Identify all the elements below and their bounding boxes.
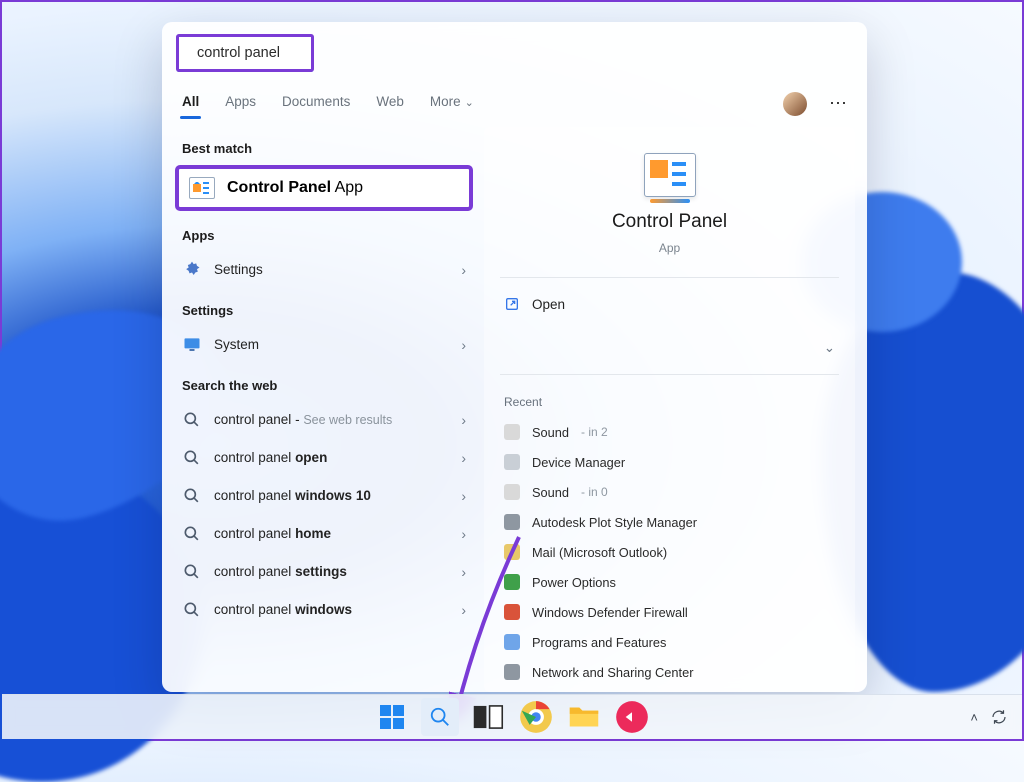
recent-item-icon <box>504 634 520 650</box>
recent-item-icon <box>504 574 520 590</box>
chevron-right-icon: › <box>461 450 466 466</box>
recent-item-label: Power Options <box>532 575 616 590</box>
chevron-right-icon: › <box>461 262 466 278</box>
section-search-web: Search the web <box>168 364 480 401</box>
best-match-result[interactable]: Control Panel App <box>176 166 472 210</box>
recent-item[interactable]: Device Manager <box>498 447 841 477</box>
recent-item-label: Windows Defender Firewall <box>532 605 688 620</box>
chevron-right-icon: › <box>461 602 466 618</box>
best-match-subtitle: App <box>335 179 363 196</box>
taskbar: ˄ <box>2 694 1022 739</box>
web-result[interactable]: control panel open › <box>168 439 480 477</box>
chevron-right-icon: › <box>461 412 466 428</box>
recent-item-label: Device Manager <box>532 455 625 470</box>
taskbar-app-chrome[interactable] <box>517 698 555 736</box>
section-apps: Apps <box>168 214 480 251</box>
chevron-right-icon: › <box>461 488 466 504</box>
recent-item[interactable]: Windows Defender Firewall <box>498 597 841 627</box>
windows-logo-icon <box>380 705 404 729</box>
search-input[interactable] <box>197 45 384 61</box>
chevron-right-icon: › <box>461 564 466 580</box>
recent-item-label: Sound <box>532 425 569 440</box>
web-result[interactable]: control panel windows 10 › <box>168 477 480 515</box>
search-panel: All Apps Documents Web More ⋯ Best match… <box>162 22 867 692</box>
recent-item[interactable]: Sound - in 0 <box>498 477 841 507</box>
chevron-right-icon: › <box>461 337 466 353</box>
result-system[interactable]: System › <box>168 326 480 364</box>
search-icon <box>182 524 202 544</box>
taskbar-app-explorer[interactable] <box>565 698 603 736</box>
task-view-button[interactable] <box>469 698 507 736</box>
search-icon <box>182 486 202 506</box>
result-settings-app[interactable]: Settings › <box>168 251 480 289</box>
tab-documents[interactable]: Documents <box>280 88 352 119</box>
task-view-icon <box>469 698 507 736</box>
recent-item[interactable]: Programs and Features <box>498 627 841 657</box>
system-icon <box>182 335 202 355</box>
recent-item-label: Sound <box>532 485 569 500</box>
search-icon <box>429 706 451 728</box>
recent-item[interactable]: Autodesk Plot Style Manager <box>498 507 841 537</box>
recent-item[interactable]: Mail (Microsoft Outlook) <box>498 537 841 567</box>
control-panel-icon <box>644 153 696 197</box>
recent-item-label: Autodesk Plot Style Manager <box>532 515 697 530</box>
sync-icon[interactable] <box>990 708 1008 726</box>
recent-header: Recent <box>498 379 841 417</box>
recent-item-icon <box>504 604 520 620</box>
taskbar-app-generic[interactable] <box>613 698 651 736</box>
recent-item[interactable]: Sound - in 2 <box>498 417 841 447</box>
best-match-title: Control Panel <box>227 179 331 196</box>
recent-item[interactable]: Network and Sharing Center <box>498 657 841 687</box>
recent-item-label: Mail (Microsoft Outlook) <box>532 545 667 560</box>
tray-chevron-icon[interactable]: ˄ <box>970 710 978 725</box>
control-panel-icon <box>189 177 215 199</box>
app-icon <box>613 698 651 736</box>
recent-item-icon <box>504 424 520 440</box>
expand-action[interactable]: ⌄ <box>498 326 841 370</box>
search-bar[interactable] <box>176 34 314 72</box>
chevron-right-icon: › <box>461 526 466 542</box>
search-icon <box>182 448 202 468</box>
web-result[interactable]: control panel windows › <box>168 591 480 629</box>
open-icon <box>504 296 520 312</box>
recent-item[interactable]: Power Options <box>498 567 841 597</box>
web-result[interactable]: control panel home › <box>168 515 480 553</box>
search-icon <box>182 562 202 582</box>
tab-web[interactable]: Web <box>374 88 406 119</box>
preview-subtitle: App <box>659 241 680 255</box>
web-result[interactable]: control panel - See web results › <box>168 401 480 439</box>
user-avatar[interactable] <box>783 92 807 116</box>
filter-tabs: All Apps Documents Web More ⋯ <box>162 78 867 119</box>
section-settings: Settings <box>168 289 480 326</box>
recent-item-icon <box>504 484 520 500</box>
recent-item-icon <box>504 544 520 560</box>
open-action[interactable]: Open <box>498 282 841 326</box>
tab-more[interactable]: More <box>428 88 476 119</box>
start-button[interactable] <box>373 698 411 736</box>
section-best-match: Best match <box>168 127 480 164</box>
search-icon <box>182 600 202 620</box>
web-result[interactable]: control panel settings › <box>168 553 480 591</box>
preview-pane: Control Panel App Open ⌄ Recent Sound - … <box>484 127 855 692</box>
recent-item-icon <box>504 454 520 470</box>
system-tray[interactable]: ˄ <box>970 708 1008 726</box>
preview-title: Control Panel <box>612 211 727 233</box>
recent-item-label: Network and Sharing Center <box>532 665 693 680</box>
chrome-icon <box>517 698 555 736</box>
search-button[interactable] <box>421 698 459 736</box>
folder-icon <box>565 698 603 736</box>
search-icon <box>182 410 202 430</box>
tab-all[interactable]: All <box>180 88 201 119</box>
recent-item-icon <box>504 664 520 680</box>
tab-apps[interactable]: Apps <box>223 88 258 119</box>
recent-item-label: Programs and Features <box>532 635 666 650</box>
settings-icon <box>182 260 202 280</box>
recent-item-icon <box>504 514 520 530</box>
chevron-down-icon: ⌄ <box>824 340 835 356</box>
overflow-menu[interactable]: ⋯ <box>829 93 849 114</box>
